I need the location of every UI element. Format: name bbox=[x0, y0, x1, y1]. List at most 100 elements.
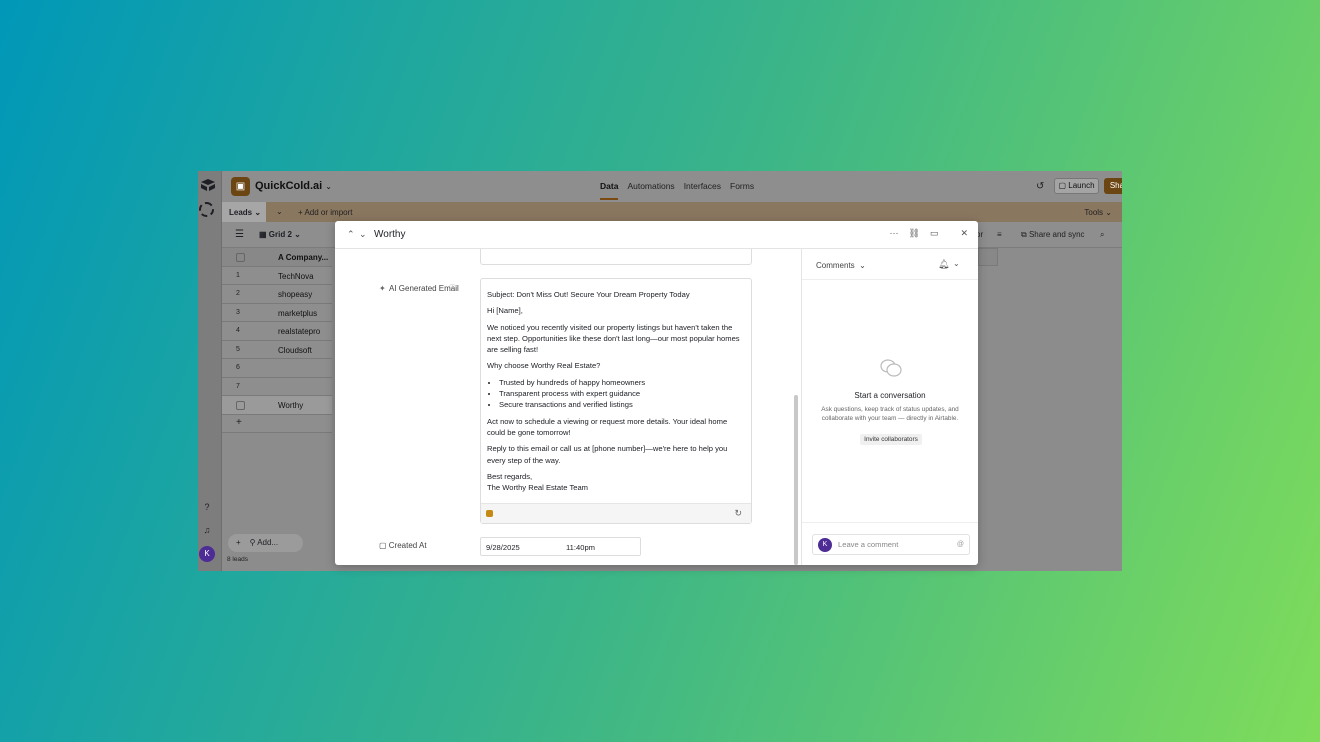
previous-record-icon[interactable]: ⌃ bbox=[347, 229, 355, 240]
help-icon[interactable]: ? bbox=[202, 502, 212, 512]
nav-data[interactable]: Data bbox=[600, 181, 619, 200]
comments-title: Comments bbox=[816, 261, 855, 270]
airtable-logo-icon[interactable] bbox=[200, 179, 216, 191]
row-number: 4 bbox=[236, 327, 240, 334]
views-menu-icon[interactable]: ☰ bbox=[235, 229, 244, 240]
comments-header: Comments ⌄ 🔔︎ ⌄ bbox=[802, 249, 978, 280]
chevron-down-icon[interactable]: ⌄ bbox=[953, 259, 960, 268]
add-record-label: Add... bbox=[257, 538, 279, 547]
cell-company[interactable]: realstatepro bbox=[278, 327, 320, 336]
field-label-created-at: ▢ Created At bbox=[379, 541, 427, 550]
table-row[interactable]: 3 marketplus bbox=[222, 303, 332, 322]
cell-company[interactable]: marketplus bbox=[278, 309, 317, 318]
empty-state-description: Ask questions, keep track of status upda… bbox=[821, 406, 959, 422]
table-row[interactable]: 2 shopeasy bbox=[222, 285, 332, 304]
tools-label: Tools bbox=[1084, 208, 1104, 217]
email-signature: The Worthy Real Estate Team bbox=[487, 483, 589, 493]
tab-leads-label: Leads bbox=[229, 208, 253, 217]
row-number: 1 bbox=[236, 271, 240, 279]
divider bbox=[802, 522, 978, 523]
record-count: 8 leads bbox=[227, 556, 248, 563]
record-title: Worthy bbox=[374, 229, 406, 240]
table-row-selected[interactable]: Worthy bbox=[222, 396, 332, 415]
copy-link-icon[interactable]: ⛓ bbox=[909, 228, 920, 239]
user-avatar[interactable]: K bbox=[199, 546, 215, 562]
table-row[interactable]: 7 bbox=[222, 377, 332, 396]
conversation-icon bbox=[880, 359, 902, 377]
created-date: 9/28/2025 bbox=[486, 543, 520, 552]
cell-company[interactable]: shopeasy bbox=[278, 290, 312, 299]
search-icon[interactable]: ⌕ bbox=[1100, 230, 1104, 240]
scrollbar[interactable] bbox=[794, 395, 798, 565]
email-paragraph: Reply to this email or call us at [phone… bbox=[487, 444, 728, 465]
row-height-icon[interactable]: ≡ bbox=[997, 230, 1002, 239]
previous-field-box[interactable] bbox=[480, 249, 752, 265]
table-row[interactable]: 4 realstatepro bbox=[222, 322, 332, 341]
base-name-dropdown[interactable]: QuickCold.ai ⌄ bbox=[255, 180, 332, 192]
ai-email-field[interactable]: Subject: Don't Miss Out! Secure Your Dre… bbox=[480, 278, 752, 524]
tables-dropdown-icon[interactable]: ⌄ bbox=[276, 207, 283, 216]
share-button[interactable]: Share bbox=[1104, 178, 1122, 194]
email-why: Why choose Worthy Real Estate? bbox=[487, 361, 601, 371]
email-bullet: Transparent process with expert guidance bbox=[499, 388, 745, 399]
column-header-label: Company... bbox=[285, 253, 329, 262]
table-row[interactable]: 5 Cloudsoft bbox=[222, 340, 332, 359]
next-record-icon[interactable]: ⌄ bbox=[359, 229, 367, 240]
record-fields-panel: ✦ AI Generated Email ⓘ Subject: Don't Mi… bbox=[335, 249, 801, 565]
table-row[interactable]: 6 bbox=[222, 359, 332, 378]
add-record-button[interactable]: + ⚲ Add... bbox=[228, 534, 303, 552]
ai-field-icon: ✦ bbox=[379, 284, 386, 293]
base-logo-icon[interactable]: ▣ bbox=[231, 177, 250, 196]
tab-leads[interactable]: Leads ⌄ bbox=[222, 202, 266, 222]
comment-input[interactable]: K Leave a comment @ bbox=[812, 534, 970, 555]
add-import-button[interactable]: + Add or import bbox=[298, 208, 352, 217]
mention-icon[interactable]: @ bbox=[957, 541, 964, 548]
view-switcher[interactable]: ▦ Grid 2 ⌄ bbox=[259, 230, 301, 239]
table-tabs-bar: Leads ⌄ ⌄ + Add or import Tools ⌄ bbox=[222, 202, 1122, 222]
loading-spinner-icon bbox=[199, 202, 214, 217]
chevron-down-icon: ⌄ bbox=[325, 182, 332, 191]
select-all-checkbox[interactable] bbox=[236, 253, 245, 262]
info-icon[interactable]: ⓘ bbox=[449, 283, 456, 293]
notification-bell-icon[interactable]: ♫ bbox=[202, 525, 212, 535]
comments-panel: Comments ⌄ 🔔︎ ⌄ Start a conversation Ask… bbox=[801, 249, 978, 565]
more-options-icon[interactable]: ··· bbox=[890, 228, 899, 239]
email-bullet: Secure transactions and verified listing… bbox=[499, 399, 745, 410]
column-header-company[interactable]: A Company... bbox=[278, 253, 328, 262]
empty-state-title: Start a conversation bbox=[854, 391, 926, 400]
created-at-field: 9/28/2025 11:40pm bbox=[480, 537, 641, 556]
field-label-text: AI Generated Email bbox=[389, 284, 459, 293]
row-number: 5 bbox=[236, 345, 240, 353]
grid-table: A Company... 1 TechNova 2 shopeasy 3 market… bbox=[222, 248, 332, 433]
comment-placeholder: Leave a comment bbox=[838, 540, 899, 549]
row-checkbox[interactable] bbox=[236, 401, 245, 410]
comments-toggle-icon[interactable]: ▭ bbox=[930, 228, 939, 239]
view-name: Grid 2 bbox=[268, 230, 292, 239]
nav-forms[interactable]: Forms bbox=[730, 181, 754, 200]
modal-header: ⌃ ⌄ Worthy ··· ⛓ ▭ ✕ bbox=[335, 221, 978, 249]
email-paragraph: Act now to schedule a viewing or request… bbox=[487, 416, 728, 437]
history-icon[interactable]: ↺ bbox=[1036, 181, 1044, 192]
invite-collaborators-button[interactable]: Invite collaborators bbox=[860, 434, 922, 445]
record-expand-modal: ⌃ ⌄ Worthy ··· ⛓ ▭ ✕ ✦ AI Generated Emai… bbox=[335, 221, 978, 565]
row-number: 3 bbox=[236, 308, 240, 316]
comments-filter-dropdown[interactable]: Comments ⌄ bbox=[816, 261, 866, 270]
plus-icon: + bbox=[236, 416, 242, 428]
cell-company[interactable]: Worthy bbox=[278, 401, 303, 410]
regenerate-icon[interactable]: ↻ bbox=[734, 508, 742, 519]
cell-company[interactable]: Cloudsoft bbox=[278, 346, 312, 355]
table-row[interactable]: 1 TechNova bbox=[222, 266, 332, 285]
bell-icon[interactable]: 🔔︎ bbox=[938, 259, 949, 270]
add-row-button[interactable]: + bbox=[222, 414, 332, 433]
launch-button[interactable]: ▢ Launch bbox=[1054, 178, 1099, 194]
row-number: 7 bbox=[236, 382, 240, 390]
nav-interfaces[interactable]: Interfaces bbox=[684, 181, 721, 200]
add-field-column[interactable] bbox=[978, 248, 998, 266]
share-sync-button[interactable]: ⧉ Share and sync bbox=[1021, 230, 1085, 240]
nav-automations[interactable]: Automations bbox=[627, 181, 674, 200]
tools-menu[interactable]: Tools ⌄ bbox=[1084, 208, 1112, 217]
add-import-label: Add or import bbox=[304, 208, 353, 217]
cell-company[interactable]: TechNova bbox=[278, 272, 314, 281]
close-icon[interactable]: ✕ bbox=[960, 228, 968, 239]
field-label-ai-email: ✦ AI Generated Email bbox=[379, 283, 459, 294]
